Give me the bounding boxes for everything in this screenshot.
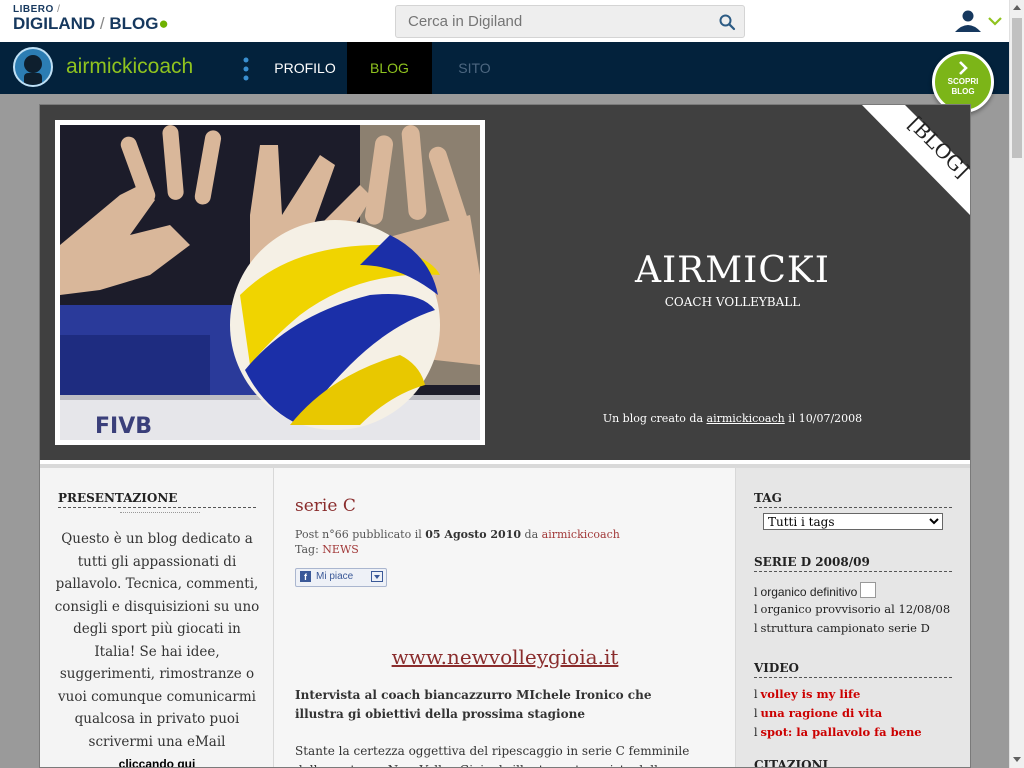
logo-blog: BLOG (109, 14, 159, 33)
list-item[interactable]: l organico definitivo (754, 582, 959, 602)
post-author-link[interactable]: airmickicoach (542, 528, 620, 541)
list-item[interactable]: l una ragione di vita (754, 706, 959, 725)
serie-item-label[interactable]: struttura campionato serie D (761, 621, 930, 635)
chevron-right-icon (959, 61, 968, 75)
digiland-blog-logo[interactable]: LIBERO / DIGILAND / BLOG● (13, 4, 169, 33)
dotted-separator (120, 510, 200, 513)
serie-d-title: SERIE D 2008/09 (754, 555, 952, 572)
post-tag-label: Tag: (295, 543, 319, 556)
blog-frame: FIVB [BLOG] AIRMICKI COACH VOLLEYBALL Un… (39, 104, 971, 768)
blog-label: BLOG (951, 87, 975, 96)
list-item[interactable]: l struttura campionato serie D (754, 621, 959, 641)
top-bar: LIBERO / DIGILAND / BLOG● (0, 0, 1009, 43)
blog-header: FIVB [BLOG] AIRMICKI COACH VOLLEYBALL Un… (40, 105, 970, 460)
post-tag-link[interactable]: NEWS (322, 543, 359, 556)
facebook-icon: f (300, 571, 311, 582)
citazioni-title: CITAZIONI (754, 758, 952, 767)
search-icon[interactable] (718, 13, 736, 31)
presentazione-title: PRESENTAZIONE (58, 491, 256, 508)
scroll-down-arrow-icon[interactable] (1013, 757, 1021, 762)
left-sidebar: PRESENTAZIONE Questo è un blog dedicato … (40, 468, 274, 767)
scroll-thumb[interactable] (1012, 18, 1022, 158)
tab-sito[interactable]: SITO (432, 42, 517, 94)
tab-blog[interactable]: BLOG (347, 42, 432, 94)
video-link[interactable]: una ragione di vita (761, 706, 883, 720)
blog-created-info: Un blog creato da airmickicoach il 10/07… (580, 412, 885, 425)
tag-title: TAG (754, 491, 952, 508)
post-external-link[interactable]: www.newvolleygioia.it (295, 645, 715, 669)
user-menu-icon[interactable] (953, 8, 1003, 34)
created-user-link[interactable]: airmickicoach (707, 412, 785, 425)
post-meta: Post n°66 pubblicato il 05 Agosto 2010 d… (295, 527, 620, 557)
post-body: Stante la certezza oggettiva del ripesca… (295, 744, 690, 767)
avatar-silhouette-icon (24, 55, 42, 85)
tab-profilo[interactable]: PROFILO (264, 42, 346, 94)
created-prefix: Un blog creato da (602, 412, 704, 425)
presentazione-text: Questo è un blog dedicato a tutti gli ap… (54, 528, 260, 767)
blog-username[interactable]: airmickicoach (66, 55, 193, 79)
serie-item-label[interactable]: organico provvisorio al 12/08/08 (761, 602, 951, 616)
facebook-like-button[interactable]: f Mi piace (295, 568, 387, 587)
video-title: VIDEO (754, 661, 952, 678)
serie-d-list: l organico definitivo l organico provvisor… (754, 582, 959, 641)
post-meta-prefix: Post n°66 pubblicato il (295, 528, 422, 541)
video-link[interactable]: volley is my life (761, 687, 861, 701)
fivb-logo-text: FIVB (95, 414, 152, 439)
like-dropdown-icon[interactable] (371, 571, 383, 582)
kebab-menu-icon[interactable] (242, 57, 250, 81)
video-list: l volley is my life l una ragione di vita … (754, 687, 959, 744)
scroll-up-arrow-icon[interactable] (1013, 5, 1021, 10)
search-input[interactable] (396, 6, 720, 37)
tag-select[interactable]: Tutti i tags (763, 513, 943, 530)
serie-item-label[interactable]: organico definitivo (761, 585, 858, 599)
scopri-label: SCOPRI (947, 77, 979, 86)
list-item[interactable]: l spot: la pallavolo fa bene (754, 725, 959, 744)
video-link[interactable]: spot: la pallavolo fa bene (761, 725, 922, 739)
blog-nav-bar: airmickicoach PROFILO BLOG SITO (0, 42, 1009, 94)
blog-title: AIRMICKI (634, 250, 831, 291)
list-item[interactable]: l volley is my life (754, 687, 959, 706)
main-content: serie C Post n°66 pubblicato il 05 Agost… (274, 468, 735, 767)
search-box (395, 5, 745, 38)
broken-image-icon (860, 582, 877, 598)
post-date: 05 Agosto 2010 (425, 528, 522, 541)
created-date: il 10/07/2008 (788, 412, 863, 425)
blog-subtitle: COACH VOLLEYBALL (664, 295, 801, 309)
right-sidebar: TAG Tutti i tags SERIE D 2008/09 l organi… (735, 468, 970, 767)
presentazione-body: Questo è un blog dedicato a tutti gli ap… (54, 531, 260, 750)
list-item[interactable]: l organico provvisorio al 12/08/08 (754, 602, 959, 622)
email-link[interactable]: cliccando qui (54, 753, 260, 767)
like-label: Mi piace (316, 571, 354, 582)
page-scrollbar[interactable] (1009, 0, 1024, 768)
avatar[interactable] (13, 47, 53, 87)
header-volleyball-image: FIVB (55, 120, 485, 445)
post-title[interactable]: serie C (295, 496, 356, 516)
post-meta-da: da (524, 528, 539, 541)
post-intro: Intervista al coach biancazzurro MIchele… (295, 688, 652, 721)
logo-digiland: DIGILAND (13, 14, 96, 33)
